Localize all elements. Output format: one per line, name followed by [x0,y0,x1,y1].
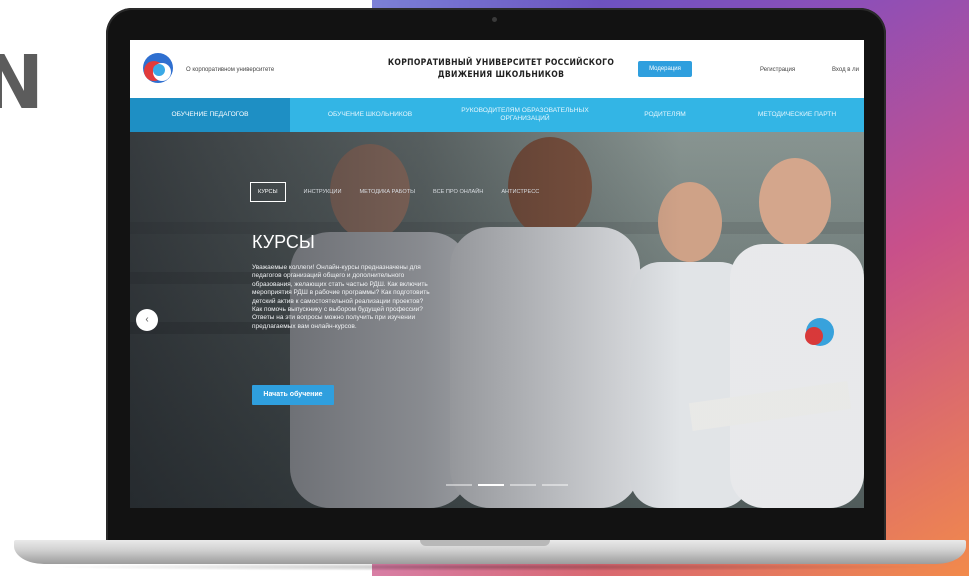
laptop-shadow [40,563,940,571]
hero-heading: КУРСЫ [252,232,315,252]
slider-dot[interactable] [542,484,568,486]
moderation-button[interactable]: Модерация [638,61,692,77]
prev-slide-arrow-icon[interactable]: ‹ [136,309,158,331]
tab-instructions[interactable]: ИНСТРУКЦИИ [304,189,342,195]
rdsh-logo-icon[interactable] [142,52,174,84]
background-letter: N [0,40,44,126]
nav-item-school-heads[interactable]: РУКОВОДИТЕЛЯМ ОБРАЗОВАТЕЛЬНЫХ ОРГАНИЗАЦИ… [450,98,600,132]
register-link[interactable]: Регистрация [760,67,795,73]
nav-item-methodical-partners[interactable]: МЕТОДИЧЕСКИЕ ПАРТН [730,98,864,132]
camera [492,17,497,22]
hero-banner: КУРСЫ ИНСТРУКЦИИ МЕТОДИКА РАБОТЫ ВСЕ ПРО… [130,132,864,508]
about-university-link[interactable]: О корпоративном университете [186,67,274,73]
slider-dot[interactable] [510,484,536,486]
tab-antistress[interactable]: АНТИСТРЕСС [501,189,539,195]
nav-item-parents[interactable]: РОДИТЕЛЯМ [600,98,730,132]
slider-dots [446,484,574,486]
site-header: О корпоративном университете КОРПОРАТИВН… [130,40,864,98]
tab-courses[interactable]: КУРСЫ [250,182,286,202]
tab-methodology[interactable]: МЕТОДИКА РАБОТЫ [359,189,415,195]
main-nav: ОБУЧЕНИЕ ПЕДАГОГОВ ОБУЧЕНИЕ ШКОЛЬНИКОВ Р… [130,98,864,132]
laptop-notch [420,540,550,546]
nav-item-students[interactable]: ОБУЧЕНИЕ ШКОЛЬНИКОВ [290,98,450,132]
site-title: КОРПОРАТИВНЫЙ УНИВЕРСИТЕТ РОССИЙСКОГО ДВ… [387,58,615,80]
login-link[interactable]: Вход в ли [832,67,859,73]
slider-dot[interactable] [446,484,472,486]
laptop-screen: О корпоративном университете КОРПОРАТИВН… [130,40,864,508]
nav-item-teachers[interactable]: ОБУЧЕНИЕ ПЕДАГОГОВ [130,98,290,132]
slider-dot-active[interactable] [478,484,504,486]
tab-online[interactable]: ВСЕ ПРО ОНЛАЙН [433,189,483,195]
hero-description: Уважаемые коллеги! Онлайн-курсы предназн… [252,264,430,330]
course-tabs: КУРСЫ ИНСТРУКЦИИ МЕТОДИКА РАБОТЫ ВСЕ ПРО… [250,182,557,202]
start-learning-button[interactable]: Начать обучение [252,385,334,405]
